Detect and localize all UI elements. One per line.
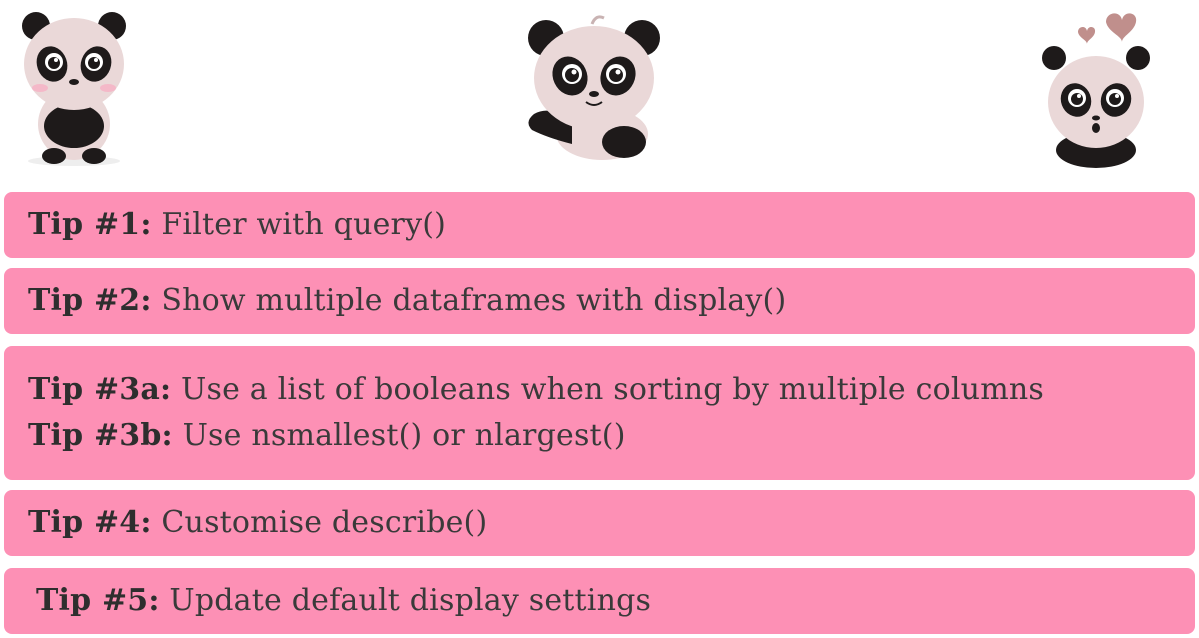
tip-1: Tip #1: Filter with query() — [4, 192, 1195, 258]
panda-shy-icon — [14, 6, 134, 166]
tip-label: Tip #3b: — [28, 418, 173, 453]
tip-2: Tip #2: Show multiple dataframes with di… — [4, 268, 1195, 334]
tip-5: Tip #5: Update default display settings — [4, 568, 1195, 634]
tip-4: Tip #4: Customise describe() — [4, 490, 1195, 556]
panda-pointing-icon — [512, 4, 672, 162]
tip-text: Use nsmallest() or nlargest() — [182, 418, 626, 453]
tip-label: Tip #3a: — [28, 372, 172, 407]
tip-text: Customise describe() — [161, 505, 488, 540]
tip-label: Tip #1: — [28, 207, 152, 242]
tip-text: Update default display settings — [169, 583, 652, 618]
tip-text: Filter with query() — [161, 207, 447, 242]
tip-label: Tip #2: — [28, 283, 152, 318]
tip-3: Tip #3a: Use a list of booleans when sor… — [4, 346, 1195, 480]
tip-text: Use a list of booleans when sorting by m… — [181, 372, 1044, 407]
tip-label: Tip #5: — [36, 583, 160, 618]
tip-text: Show multiple dataframes with display() — [161, 283, 787, 318]
tip-label: Tip #4: — [28, 505, 152, 540]
panda-surprised-hearts-icon — [1036, 4, 1156, 170]
